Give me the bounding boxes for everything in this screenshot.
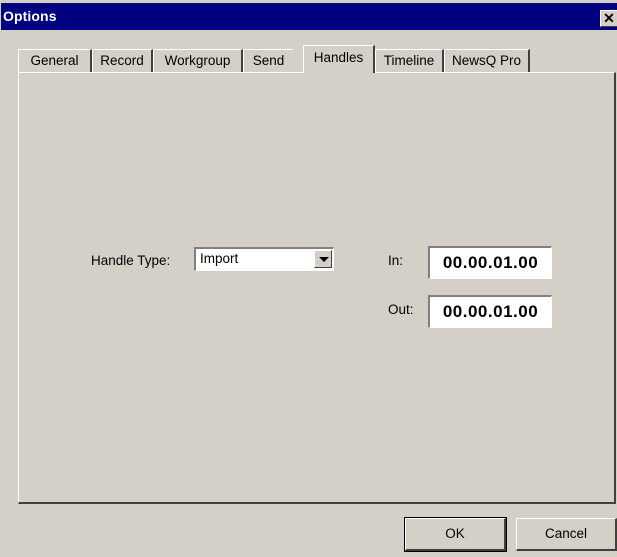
close-icon: ✕ [603, 10, 615, 26]
tab-label: General [30, 53, 79, 68]
title-bar: Options ✕ [1, 3, 617, 30]
tab-handles[interactable]: Handles [303, 45, 375, 73]
ok-button[interactable]: OK [404, 517, 507, 552]
out-timecode-field[interactable]: 00.00.01.00 [428, 295, 552, 328]
tab-newsq-pro[interactable]: NewsQ Pro [444, 49, 530, 72]
chevron-down-icon [319, 257, 329, 262]
window-title: Options [3, 8, 57, 24]
close-button[interactable]: ✕ [600, 10, 617, 27]
tab-label: Timeline [383, 53, 435, 68]
tab-workgroup[interactable]: Workgroup [153, 49, 243, 72]
options-dialog: Options ✕ General Record Workgroup Send … [0, 0, 617, 557]
tab-label: Record [100, 53, 144, 68]
out-label: Out: [388, 302, 414, 317]
tab-timeline[interactable]: Timeline [375, 49, 444, 72]
tab-general[interactable]: General [18, 49, 92, 72]
tab-send[interactable]: Send [243, 49, 293, 72]
cancel-button[interactable]: Cancel [516, 518, 617, 551]
handles-panel [18, 72, 616, 504]
handle-type-label: Handle Type: [91, 253, 171, 268]
tab-label: NewsQ Pro [451, 53, 522, 68]
handle-type-value: Import [200, 251, 239, 266]
tab-record[interactable]: Record [92, 49, 153, 72]
handle-type-select[interactable]: Import [194, 247, 334, 271]
in-timecode-field[interactable]: 00.00.01.00 [428, 246, 552, 279]
dropdown-button[interactable] [314, 250, 332, 268]
tab-label: Send [252, 53, 285, 68]
tab-label: Handles [313, 50, 364, 65]
in-label: In: [388, 253, 404, 268]
tab-label: Workgroup [164, 53, 231, 68]
